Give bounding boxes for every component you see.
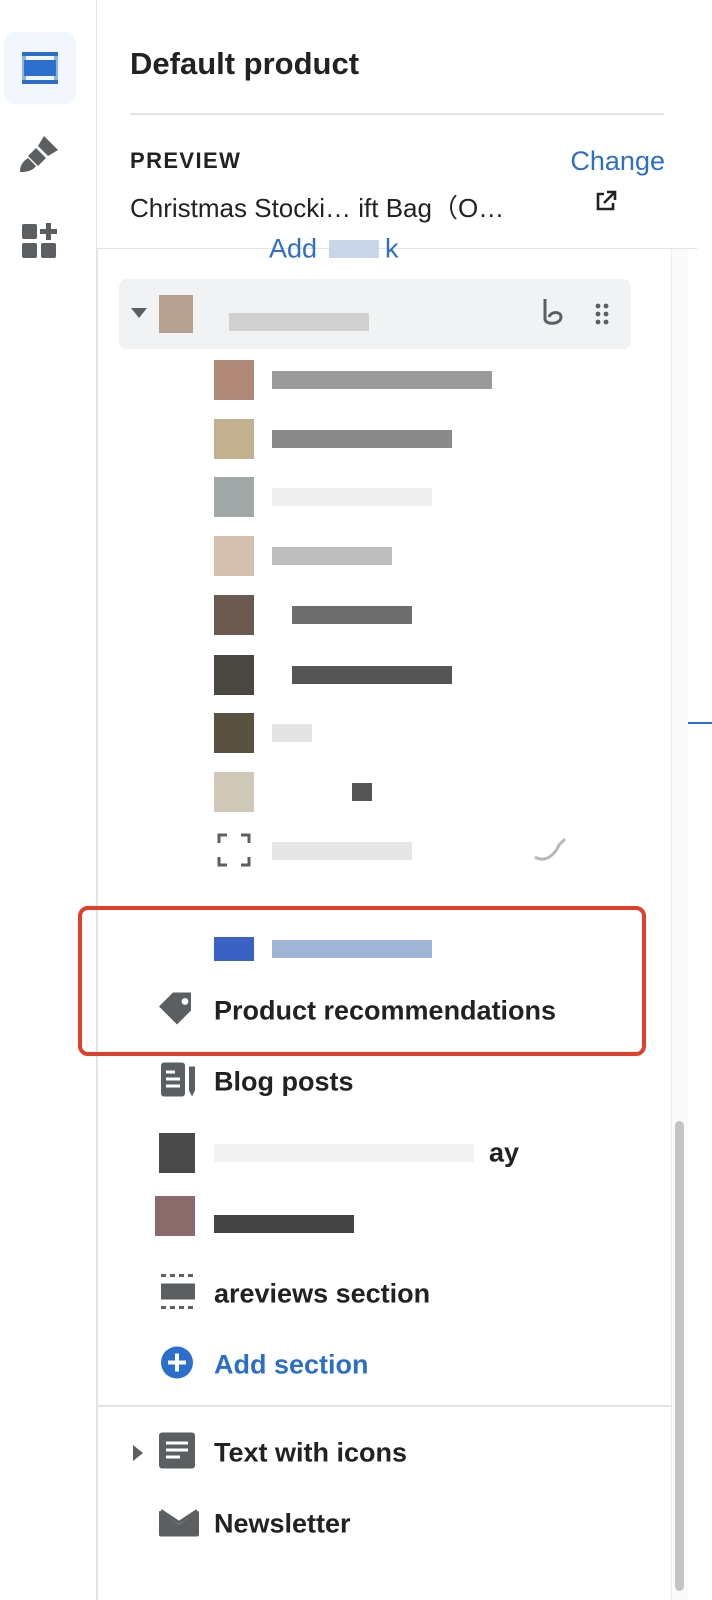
sections-nav-button[interactable] [4, 32, 76, 104]
text-icon [159, 1432, 195, 1474]
block-thumbnail [214, 419, 254, 459]
block-thumbnail [214, 713, 254, 753]
add-section-row[interactable]: Add section [97, 1335, 667, 1395]
block-row[interactable] [97, 350, 667, 410]
chevron-down-icon[interactable] [131, 307, 147, 325]
add-section-label: Add section [214, 1349, 369, 1380]
block-thumbnail [214, 477, 254, 517]
redacted-block [272, 488, 432, 506]
redacted-block [272, 371, 492, 389]
app-embeds-nav-button[interactable] [4, 204, 76, 276]
redacted-block [214, 1215, 354, 1233]
section-label: Blog posts [214, 1066, 354, 1097]
block-thumbnail [214, 360, 254, 400]
app-embeds-icon [20, 220, 60, 260]
tag-icon [159, 992, 197, 1031]
redacted-block [292, 606, 412, 624]
block-thumbnail [214, 595, 254, 635]
block-row[interactable] [97, 821, 667, 881]
section-thumbnail [155, 1196, 195, 1236]
redacted-block [352, 783, 372, 801]
block-row[interactable] [97, 703, 667, 763]
scrollbar-thumb[interactable] [675, 1121, 684, 1591]
change-preview-link[interactable]: Change [570, 146, 665, 177]
chevron-right-icon[interactable] [133, 1445, 145, 1466]
block-thumbnail [214, 772, 254, 812]
section-row[interactable] [97, 1194, 667, 1254]
left-rail [0, 0, 97, 1600]
block-row[interactable] [97, 585, 667, 645]
section-label: Product recommendations [214, 995, 557, 1026]
block-row[interactable] [97, 526, 667, 586]
editor-header: Default product PREVIEW Change Christmas… [97, 0, 697, 249]
section-thumbnail [159, 1133, 195, 1173]
block-row[interactable] [97, 409, 667, 469]
external-link-icon[interactable] [595, 190, 617, 217]
section-icon [159, 1274, 197, 1315]
block-thumbnail [159, 295, 193, 333]
redacted-block [329, 240, 379, 258]
redacted-block [272, 724, 312, 742]
section-tree: Add k Product recommendations Blog posts… [78, 234, 697, 1600]
section-row-product-recommendations[interactable]: Product recommendations [97, 981, 667, 1041]
blog-icon [159, 1061, 197, 1104]
paintbrush-icon [18, 132, 62, 176]
redacted-block [229, 313, 369, 331]
page-title: Default product [130, 46, 360, 81]
add-block-row[interactable]: Add k [97, 219, 667, 279]
section-row-areviews[interactable]: areviews section [97, 1264, 667, 1324]
section-row[interactable]: ay [97, 1123, 667, 1183]
theme-settings-nav-button[interactable] [4, 118, 76, 190]
redacted-block [272, 842, 412, 860]
section-row-text-with-icons[interactable]: Text with icons [97, 1423, 667, 1483]
header-divider [130, 113, 664, 115]
block-row[interactable] [97, 467, 667, 527]
block-row[interactable] [97, 645, 667, 705]
redacted-block [214, 1144, 474, 1162]
visibility-icon[interactable] [529, 835, 569, 870]
redacted-block [272, 430, 452, 448]
drag-handle-icon[interactable] [595, 303, 609, 330]
visibility-icon[interactable] [537, 297, 565, 332]
group-divider [97, 1405, 671, 1407]
section-row-blog-posts[interactable]: Blog posts [97, 1052, 667, 1112]
plus-circle-icon [159, 1345, 195, 1386]
add-block-label-tail: k [385, 233, 399, 264]
block-row[interactable] [97, 762, 667, 822]
section-label: Text with icons [214, 1437, 408, 1468]
block-thumbnail [214, 655, 254, 695]
section-label: ay [489, 1137, 520, 1168]
section-row-newsletter[interactable]: Newsletter [97, 1494, 667, 1554]
preview-label: PREVIEW [130, 148, 242, 173]
block-thumbnail [214, 536, 254, 576]
section-label: areviews section [214, 1278, 431, 1309]
envelope-icon [159, 1507, 199, 1542]
add-block-label: Add [269, 233, 318, 264]
redacted-block [292, 666, 452, 684]
section-label: Newsletter [214, 1508, 351, 1539]
focus-frame-icon [217, 833, 251, 872]
sections-icon [20, 48, 60, 88]
redacted-block [272, 547, 392, 565]
selected-block-row[interactable] [119, 279, 631, 349]
